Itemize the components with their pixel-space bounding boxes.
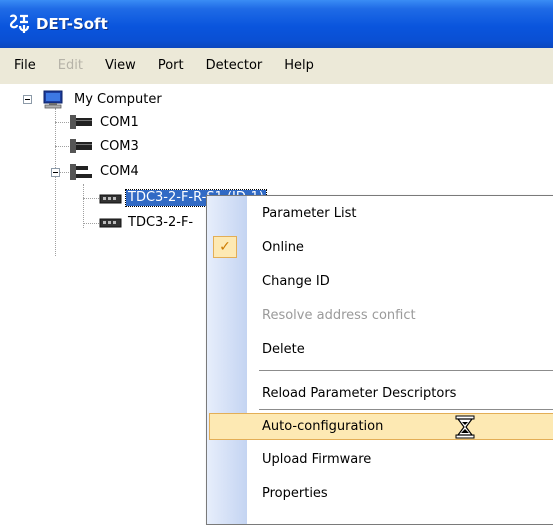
menu-bar: File Edit View Port Detector Help bbox=[0, 48, 553, 84]
title-bar[interactable]: DET-Soft bbox=[0, 0, 553, 48]
menu-item-reload-parameter-descriptors[interactable]: Reload Parameter Descriptors bbox=[209, 381, 553, 407]
menu-item-label: Change ID bbox=[262, 274, 330, 289]
menu-item-properties[interactable]: Properties bbox=[209, 481, 553, 507]
tree-line bbox=[83, 198, 99, 199]
menu-item-label: Upload Firmware bbox=[262, 452, 372, 467]
menu-item-resolve-address-conflict[interactable]: Resolve address confict bbox=[209, 303, 553, 329]
detector-icon bbox=[99, 194, 122, 204]
menu-separator bbox=[259, 370, 553, 371]
menu-item-label: Resolve address confict bbox=[262, 308, 416, 323]
tree-node-my-computer[interactable]: My Computer bbox=[74, 92, 162, 108]
tree-line bbox=[83, 223, 99, 224]
checkmark-icon: ✓ bbox=[213, 236, 237, 258]
menu-help[interactable]: Help bbox=[273, 48, 325, 84]
tree-node-com1[interactable]: COM1 bbox=[100, 115, 139, 131]
menu-port[interactable]: Port bbox=[147, 48, 195, 84]
menu-item-parameter-list[interactable]: Parameter List bbox=[209, 201, 553, 227]
detector-icon bbox=[99, 218, 122, 228]
tree-line bbox=[55, 122, 69, 123]
expander-com4[interactable] bbox=[51, 168, 60, 177]
menu-item-auto-configuration[interactable]: Auto-configuration bbox=[209, 413, 553, 440]
menu-item-upload-firmware[interactable]: Upload Firmware bbox=[209, 447, 553, 473]
hourglass-icon bbox=[455, 415, 475, 439]
tree-node-com4[interactable]: COM4 bbox=[100, 164, 139, 180]
tree-line bbox=[55, 108, 56, 256]
menu-file[interactable]: File bbox=[0, 48, 47, 84]
expander-my-computer[interactable] bbox=[23, 95, 32, 104]
tree-node-detector-2[interactable]: TDC3-2-F- bbox=[128, 215, 193, 231]
app-icon bbox=[9, 14, 30, 33]
tree-line bbox=[55, 146, 69, 147]
menu-item-label: Auto-configuration bbox=[262, 419, 384, 434]
menu-item-label: Properties bbox=[262, 486, 328, 501]
computer-icon bbox=[43, 90, 63, 109]
tree-node-com3[interactable]: COM3 bbox=[100, 139, 139, 155]
menu-item-label: Parameter List bbox=[262, 206, 357, 221]
menu-item-change-id[interactable]: Change ID bbox=[209, 269, 553, 295]
menu-item-label: Reload Parameter Descriptors bbox=[262, 386, 457, 401]
tree-line bbox=[83, 184, 84, 228]
menu-item-delete[interactable]: Delete bbox=[209, 337, 553, 363]
menu-item-online[interactable]: ✓ Online bbox=[209, 235, 553, 261]
port-icon bbox=[70, 115, 92, 129]
port-icon bbox=[70, 164, 92, 180]
menu-item-label: Delete bbox=[262, 342, 305, 357]
menu-detector[interactable]: Detector bbox=[195, 48, 274, 84]
window-title: DET-Soft bbox=[36, 15, 108, 33]
menu-edit[interactable]: Edit bbox=[47, 48, 94, 84]
context-menu: Parameter List ✓ Online Change ID Resolv… bbox=[206, 195, 553, 525]
menu-separator bbox=[259, 409, 553, 410]
port-icon bbox=[70, 139, 92, 153]
menu-item-label: Online bbox=[262, 240, 304, 255]
menu-view[interactable]: View bbox=[94, 48, 147, 84]
